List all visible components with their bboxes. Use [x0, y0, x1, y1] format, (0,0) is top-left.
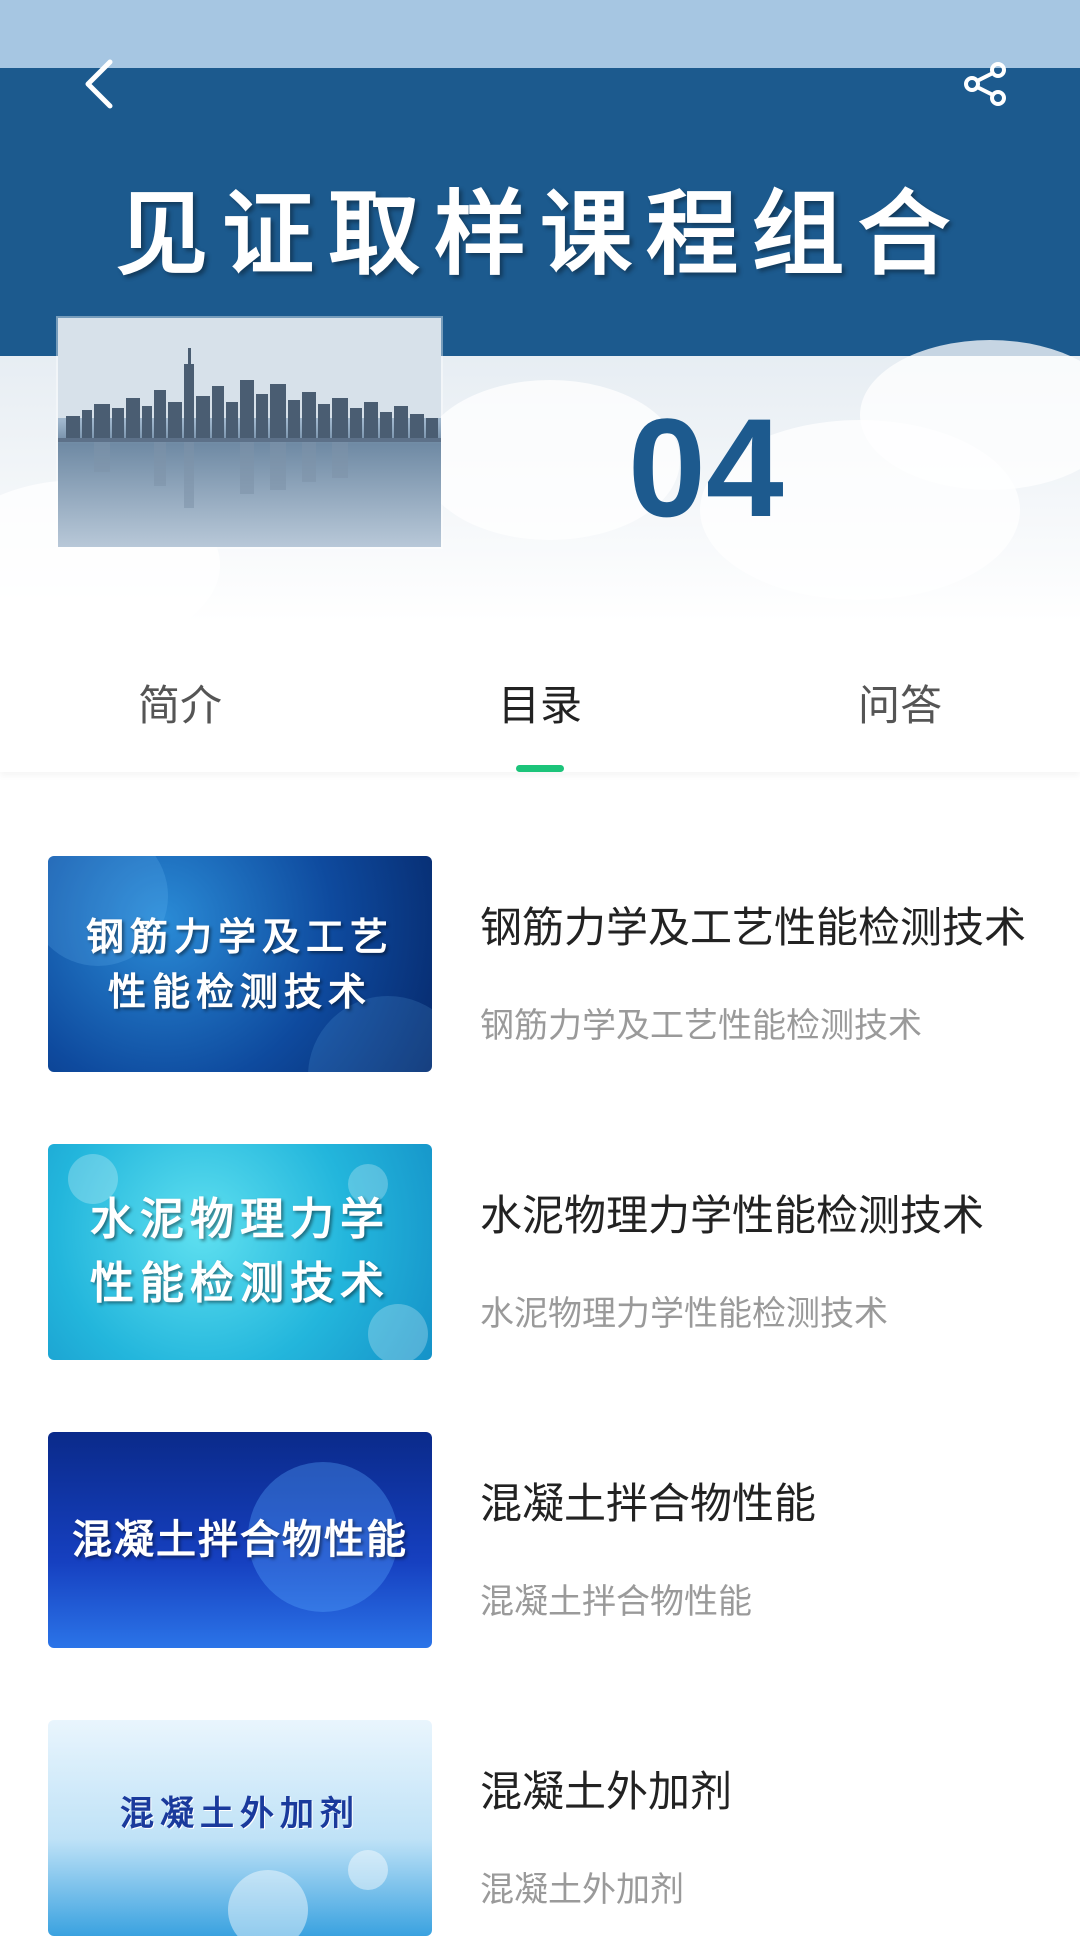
thumbnail-caption-line: 性能检测技术 — [107, 969, 372, 1014]
course-thumbnail: 钢筋力学及工艺 性能检测技术 — [48, 856, 432, 1072]
thumbnail-caption: 水泥物理力学 性能检测技术 — [90, 1188, 390, 1316]
tab-catalog[interactable]: 目录 — [360, 622, 720, 772]
city-skyline-image — [58, 318, 441, 547]
thumbnail-caption: 混凝土外加剂 — [120, 1790, 360, 1839]
back-arrow-icon — [85, 59, 113, 109]
course-thumbnail: 混凝土外加剂 — [48, 1720, 432, 1936]
decoration — [228, 1870, 308, 1936]
list-item[interactable]: 混凝土拌合物性能 混凝土拌合物性能 混凝土拌合物性能 — [0, 1432, 1080, 1648]
tab-label: 简介 — [137, 681, 222, 730]
decoration — [348, 1850, 388, 1890]
active-tab-indicator — [516, 765, 564, 772]
tab-label: 目录 — [497, 681, 582, 730]
thumbnail-caption-line: 水泥物理力学 — [90, 1194, 390, 1246]
thumbnail-caption-line: 性能检测技术 — [90, 1258, 390, 1309]
thumbnail-caption-line: 混凝土拌合物性能 — [72, 1517, 408, 1563]
course-subtitle: 钢筋力学及工艺性能检测技术 — [480, 1006, 922, 1046]
share-button[interactable] — [950, 48, 1022, 120]
list-item[interactable]: 混凝土外加剂 混凝土外加剂 混凝土外加剂 — [0, 1720, 1080, 1936]
thumbnail-caption: 钢筋力学及工艺 性能检测技术 — [86, 909, 394, 1019]
tab-qa[interactable]: 问答 — [720, 622, 1080, 772]
tab-label: 问答 — [857, 681, 942, 730]
list-item[interactable]: 钢筋力学及工艺 性能检测技术 钢筋力学及工艺性能检测技术 钢筋力学及工艺性能检测… — [0, 856, 1080, 1072]
back-button[interactable] — [64, 48, 136, 120]
course-subtitle: 水泥物理力学性能检测技术 — [480, 1294, 888, 1334]
course-thumbnail: 水泥物理力学 性能检测技术 — [48, 1144, 432, 1360]
course-title: 水泥物理力学性能检测技术 — [480, 1191, 985, 1240]
course-title: 混凝土拌合物性能 — [480, 1479, 817, 1528]
tab-intro[interactable]: 简介 — [0, 622, 360, 772]
share-icon — [964, 62, 1006, 106]
course-number: 04 — [628, 389, 784, 546]
banner-sky — [0, 0, 1080, 68]
thumbnail-caption-line: 混凝土外加剂 — [120, 1794, 360, 1834]
tab-bar: 简介 目录 问答 — [0, 622, 1080, 772]
list-item[interactable]: 水泥物理力学 性能检测技术 水泥物理力学性能检测技术 水泥物理力学性能检测技术 — [0, 1144, 1080, 1360]
course-banner: 见证取样课程组合 04 — [0, 0, 1080, 622]
course-title: 混凝土外加剂 — [480, 1767, 733, 1816]
course-subtitle: 混凝土外加剂 — [480, 1870, 684, 1910]
course-thumbnail: 混凝土拌合物性能 — [48, 1432, 432, 1648]
course-subtitle: 混凝土拌合物性能 — [480, 1582, 752, 1622]
banner-title: 见证取样课程组合 — [115, 180, 964, 288]
thumbnail-caption-line: 钢筋力学及工艺 — [85, 913, 394, 959]
course-title: 钢筋力学及工艺性能检测技术 — [480, 903, 1027, 952]
thumbnail-caption: 混凝土拌合物性能 — [72, 1511, 408, 1569]
